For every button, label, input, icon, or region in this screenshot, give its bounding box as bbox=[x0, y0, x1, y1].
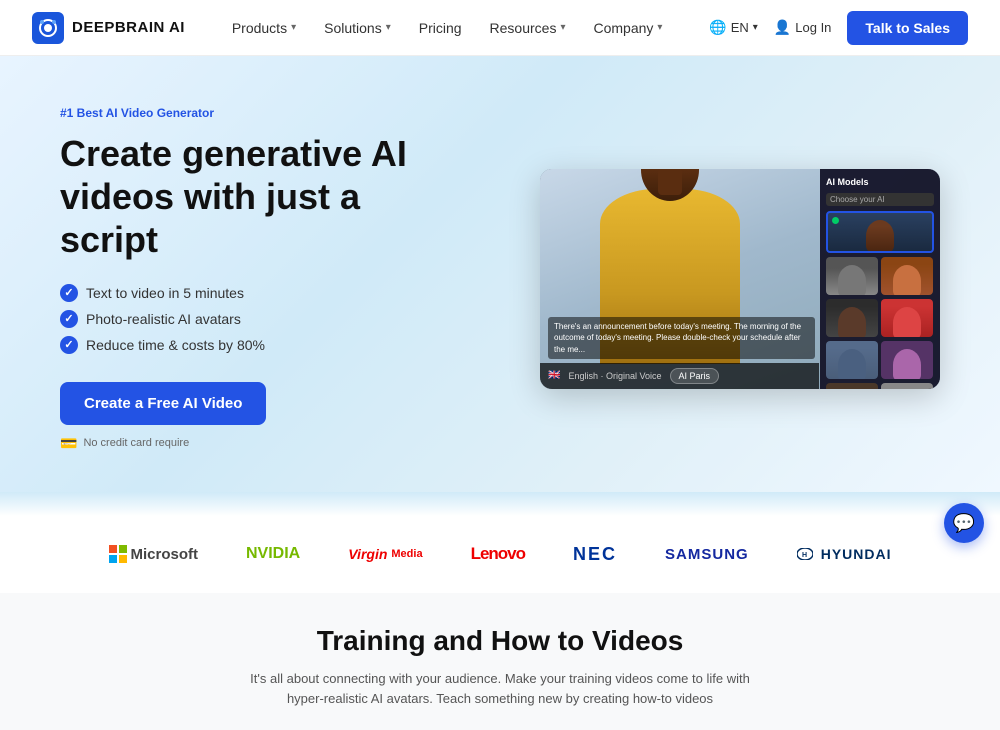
nav-pricing[interactable]: Pricing bbox=[419, 20, 462, 36]
user-icon: 👤 bbox=[774, 19, 791, 36]
microsoft-logo: Microsoft bbox=[109, 545, 199, 563]
nav-resources[interactable]: Resources ▾ bbox=[490, 20, 566, 36]
hero-title: Create generative AI videos with just a … bbox=[60, 132, 440, 262]
language-selector[interactable]: 🌐 EN ▾ bbox=[709, 19, 758, 36]
model-grid bbox=[826, 257, 934, 389]
model-thumb[interactable] bbox=[826, 299, 878, 337]
model-thumb[interactable] bbox=[881, 299, 933, 337]
model-row bbox=[826, 257, 934, 295]
svg-text:H: H bbox=[802, 552, 808, 559]
hero-content: #1 Best AI Video Generator Create genera… bbox=[60, 106, 440, 452]
check-icon bbox=[60, 310, 78, 328]
hyundai-icon: H bbox=[797, 548, 813, 560]
language-indicator: 🇬🇧 bbox=[548, 370, 560, 381]
nec-logo: NEC bbox=[573, 544, 617, 565]
navigation: DEEPBRAIN AI Products ▾ Solutions ▾ Pric… bbox=[0, 0, 1000, 56]
nav-company[interactable]: Company ▾ bbox=[593, 20, 662, 36]
selected-model[interactable] bbox=[826, 211, 934, 253]
nav-right: 🌐 EN ▾ 👤 Log In Talk to Sales bbox=[709, 11, 968, 45]
chevron-down-icon: ▾ bbox=[753, 22, 758, 33]
model-thumb[interactable] bbox=[826, 383, 878, 389]
model-thumb[interactable] bbox=[881, 341, 933, 379]
feature-item: Photo-realistic AI avatars bbox=[60, 310, 440, 328]
nav-solutions[interactable]: Solutions ▾ bbox=[324, 20, 391, 36]
talk-to-sales-button[interactable]: Talk to Sales bbox=[847, 11, 968, 45]
training-title: Training and How to Videos bbox=[60, 625, 940, 657]
wave-divider bbox=[0, 492, 1000, 516]
chat-icon: 💬 bbox=[953, 513, 975, 534]
avatar-label-badge: AI Paris bbox=[670, 368, 720, 384]
chevron-down-icon: ▾ bbox=[657, 22, 662, 33]
model-thumb[interactable] bbox=[881, 257, 933, 295]
model-search[interactable]: Choose your AI bbox=[826, 193, 934, 206]
model-row bbox=[826, 383, 934, 389]
training-description: It's all about connecting with your audi… bbox=[250, 669, 750, 711]
lenovo-logo: Lenovo bbox=[471, 544, 525, 564]
hero-features: Text to video in 5 minutes Photo-realist… bbox=[60, 284, 440, 354]
partners-section: Microsoft NVIDIA Virgin Media Lenovo NEC… bbox=[0, 516, 1000, 593]
virgin-logo: Virgin Media bbox=[348, 546, 422, 562]
ai-models-panel: AI Models Choose your AI bbox=[820, 169, 940, 389]
login-button[interactable]: 👤 Log In bbox=[774, 19, 832, 36]
nav-links: Products ▾ Solutions ▾ Pricing Resources… bbox=[232, 20, 663, 36]
check-icon bbox=[60, 284, 78, 302]
card-icon: 💳 bbox=[60, 435, 77, 452]
video-content: There's an announcement before today's m… bbox=[540, 169, 940, 389]
chevron-down-icon: ▾ bbox=[291, 22, 296, 33]
samsung-logo: SAMSUNG bbox=[665, 546, 749, 563]
hyundai-logo: H HYUNDAI bbox=[797, 546, 892, 562]
globe-icon: 🌐 bbox=[709, 19, 726, 36]
feature-item: Reduce time & costs by 80% bbox=[60, 336, 440, 354]
chevron-down-icon: ▾ bbox=[560, 22, 565, 33]
model-thumb[interactable] bbox=[881, 383, 933, 389]
nvidia-logo: NVIDIA bbox=[246, 545, 300, 563]
model-thumb[interactable] bbox=[826, 257, 878, 295]
hero-badge: #1 Best AI Video Generator bbox=[60, 106, 440, 120]
logo-icon bbox=[32, 12, 64, 44]
training-section: Training and How to Videos It's all abou… bbox=[0, 593, 1000, 730]
check-icon bbox=[60, 336, 78, 354]
chat-bubble-button[interactable]: 💬 bbox=[944, 503, 984, 543]
video-preview[interactable]: There's an announcement before today's m… bbox=[540, 169, 940, 389]
logo[interactable]: DEEPBRAIN AI bbox=[32, 12, 185, 44]
create-free-video-button[interactable]: Create a Free AI Video bbox=[60, 382, 266, 425]
model-row bbox=[826, 341, 934, 379]
model-thumb[interactable] bbox=[826, 341, 878, 379]
model-row bbox=[826, 299, 934, 337]
feature-item: Text to video in 5 minutes bbox=[60, 284, 440, 302]
hero-section: #1 Best AI Video Generator Create genera… bbox=[0, 56, 1000, 492]
microsoft-icon bbox=[109, 545, 127, 563]
ai-models-title: AI Models bbox=[826, 177, 934, 187]
brand-name: DEEPBRAIN AI bbox=[72, 19, 185, 36]
video-subtitle: There's an announcement before today's m… bbox=[548, 317, 815, 359]
chevron-down-icon: ▾ bbox=[386, 22, 391, 33]
video-bottom-bar: 🇬🇧 English · Original Voice AI Paris bbox=[540, 363, 819, 389]
no-credit-notice: 💳 No credit card require bbox=[60, 435, 440, 452]
nav-products[interactable]: Products ▾ bbox=[232, 20, 296, 36]
